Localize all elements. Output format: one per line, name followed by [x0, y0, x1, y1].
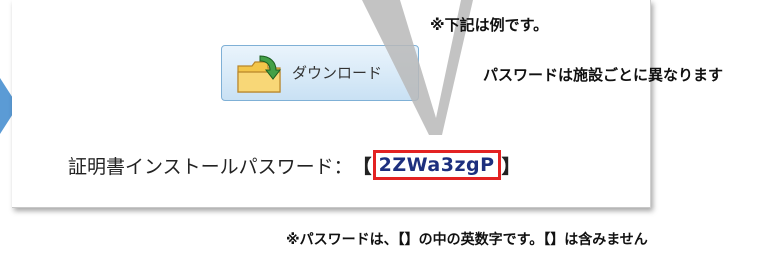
example-note: ※下記は例です。 [430, 16, 549, 34]
bracket-note: ※パスワードは、【】の中の英数字です。【】は含みません [286, 232, 648, 248]
varies-note: パスワードは施設ごとに異なります [483, 66, 724, 84]
password-highlight-box: 2ZWa3zgP [372, 150, 501, 180]
folder-download-icon [237, 55, 282, 93]
close-bracket: 】 [501, 155, 521, 178]
password-value: 2ZWa3zgP [378, 154, 495, 176]
screenshot-panel: ダウンロード 証明書インストールパスワード： 【 2ZWa3zgP 】 [12, 0, 651, 208]
certificate-password-label: 証明書インストールパスワード： [68, 155, 353, 178]
open-bracket: 【 [352, 155, 372, 178]
download-button-label: ダウンロード [292, 64, 383, 82]
download-button[interactable]: ダウンロード [221, 45, 419, 101]
canvas: ダウンロード 証明書インストールパスワード： 【 2ZWa3zgP 】 ※下記は… [0, 0, 764, 257]
certificate-password-row: 証明書インストールパスワード： 【 2ZWa3zgP 】 [68, 145, 521, 185]
